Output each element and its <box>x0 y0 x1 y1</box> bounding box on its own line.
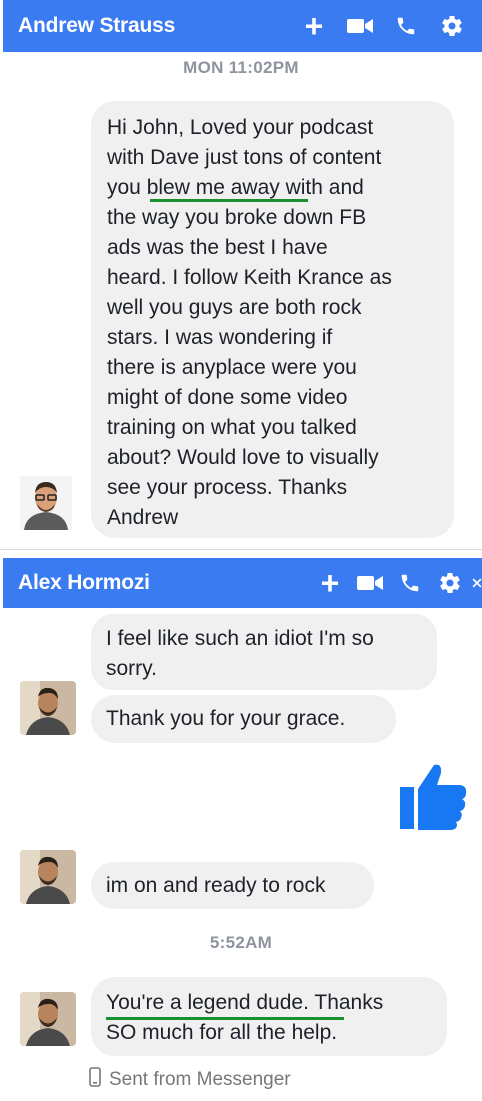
message-line: I feel like such an idiot I'm so <box>106 627 374 650</box>
video-icon[interactable] <box>344 11 376 41</box>
message-line: im on and ready to rock <box>106 874 326 897</box>
plus-icon[interactable]: + <box>314 567 346 599</box>
message-line: well you guys are both rock <box>107 296 362 319</box>
message-line: about? Would love to visually <box>107 446 379 469</box>
phone-icon[interactable] <box>390 11 422 41</box>
message-line: there is anyplace were you <box>107 356 357 379</box>
message-line: ads was the best I have <box>107 236 328 259</box>
message-line: with Dave just tons of content <box>107 146 382 169</box>
phone-icon[interactable] <box>394 568 426 598</box>
message-line: Thank you for your grace. <box>106 707 346 730</box>
message-line: training on what you talked <box>107 416 357 439</box>
header-actions: + <box>314 567 482 599</box>
message-timestamp: MON 11:02PM <box>183 58 299 77</box>
close-icon[interactable] <box>472 568 482 598</box>
sent-from-label: Sent from Messenger <box>109 1069 291 1090</box>
message-bubble[interactable]: Thank you for your grace. <box>91 695 396 743</box>
gear-icon[interactable] <box>434 568 466 598</box>
message-timestamp: 5:52AM <box>209 933 273 952</box>
highlight-underline <box>106 1017 344 1020</box>
chat-header: Andrew Strauss + <box>3 0 482 52</box>
message-line: might of done some video <box>107 386 348 409</box>
chat-window-andrew: Andrew Strauss + MON 11:02PM Hi John, Lo… <box>0 0 482 548</box>
message-line: Hi John, Loved your podcast <box>107 116 374 139</box>
message-line: heard. I follow Keith Krance as <box>107 266 392 289</box>
chat-window-alex: Alex Hormozi + I feel like such an idiot… <box>0 549 482 1101</box>
contact-name[interactable]: Alex Hormozi <box>18 571 314 595</box>
message-bubble[interactable]: I feel like such an idiot I'm so sorry. <box>91 614 437 690</box>
chat-header: Alex Hormozi + <box>3 558 482 608</box>
plus-icon[interactable]: + <box>298 10 330 42</box>
message-line: SO much for all the help. <box>106 1021 338 1044</box>
avatar-alex[interactable] <box>20 681 76 735</box>
header-actions: + <box>298 10 482 42</box>
message-bubble[interactable]: Hi John, Loved your podcast with Dave ju… <box>91 101 454 538</box>
message-line: sorry. <box>106 657 157 680</box>
phone-small-icon <box>89 1067 101 1093</box>
message-line: see your process. Thanks <box>107 476 348 499</box>
message-bubble[interactable]: im on and ready to rock <box>91 862 374 909</box>
message-line: the way you broke down FB <box>107 206 367 229</box>
message-line: You're a legend dude. Thanks <box>106 991 384 1014</box>
contact-name[interactable]: Andrew Strauss <box>18 14 298 38</box>
gear-icon[interactable] <box>436 11 468 41</box>
like-icon[interactable] <box>400 761 468 831</box>
message-line: stars. I was wondering if <box>107 326 333 349</box>
avatar-andrew[interactable] <box>20 476 72 530</box>
highlight-underline <box>150 199 308 202</box>
message-line: Andrew <box>107 506 179 529</box>
avatar-alex[interactable] <box>20 992 76 1046</box>
sent-from-note: Sent from Messenger <box>89 1067 291 1093</box>
avatar-alex[interactable] <box>20 850 76 904</box>
video-icon[interactable] <box>354 568 386 598</box>
